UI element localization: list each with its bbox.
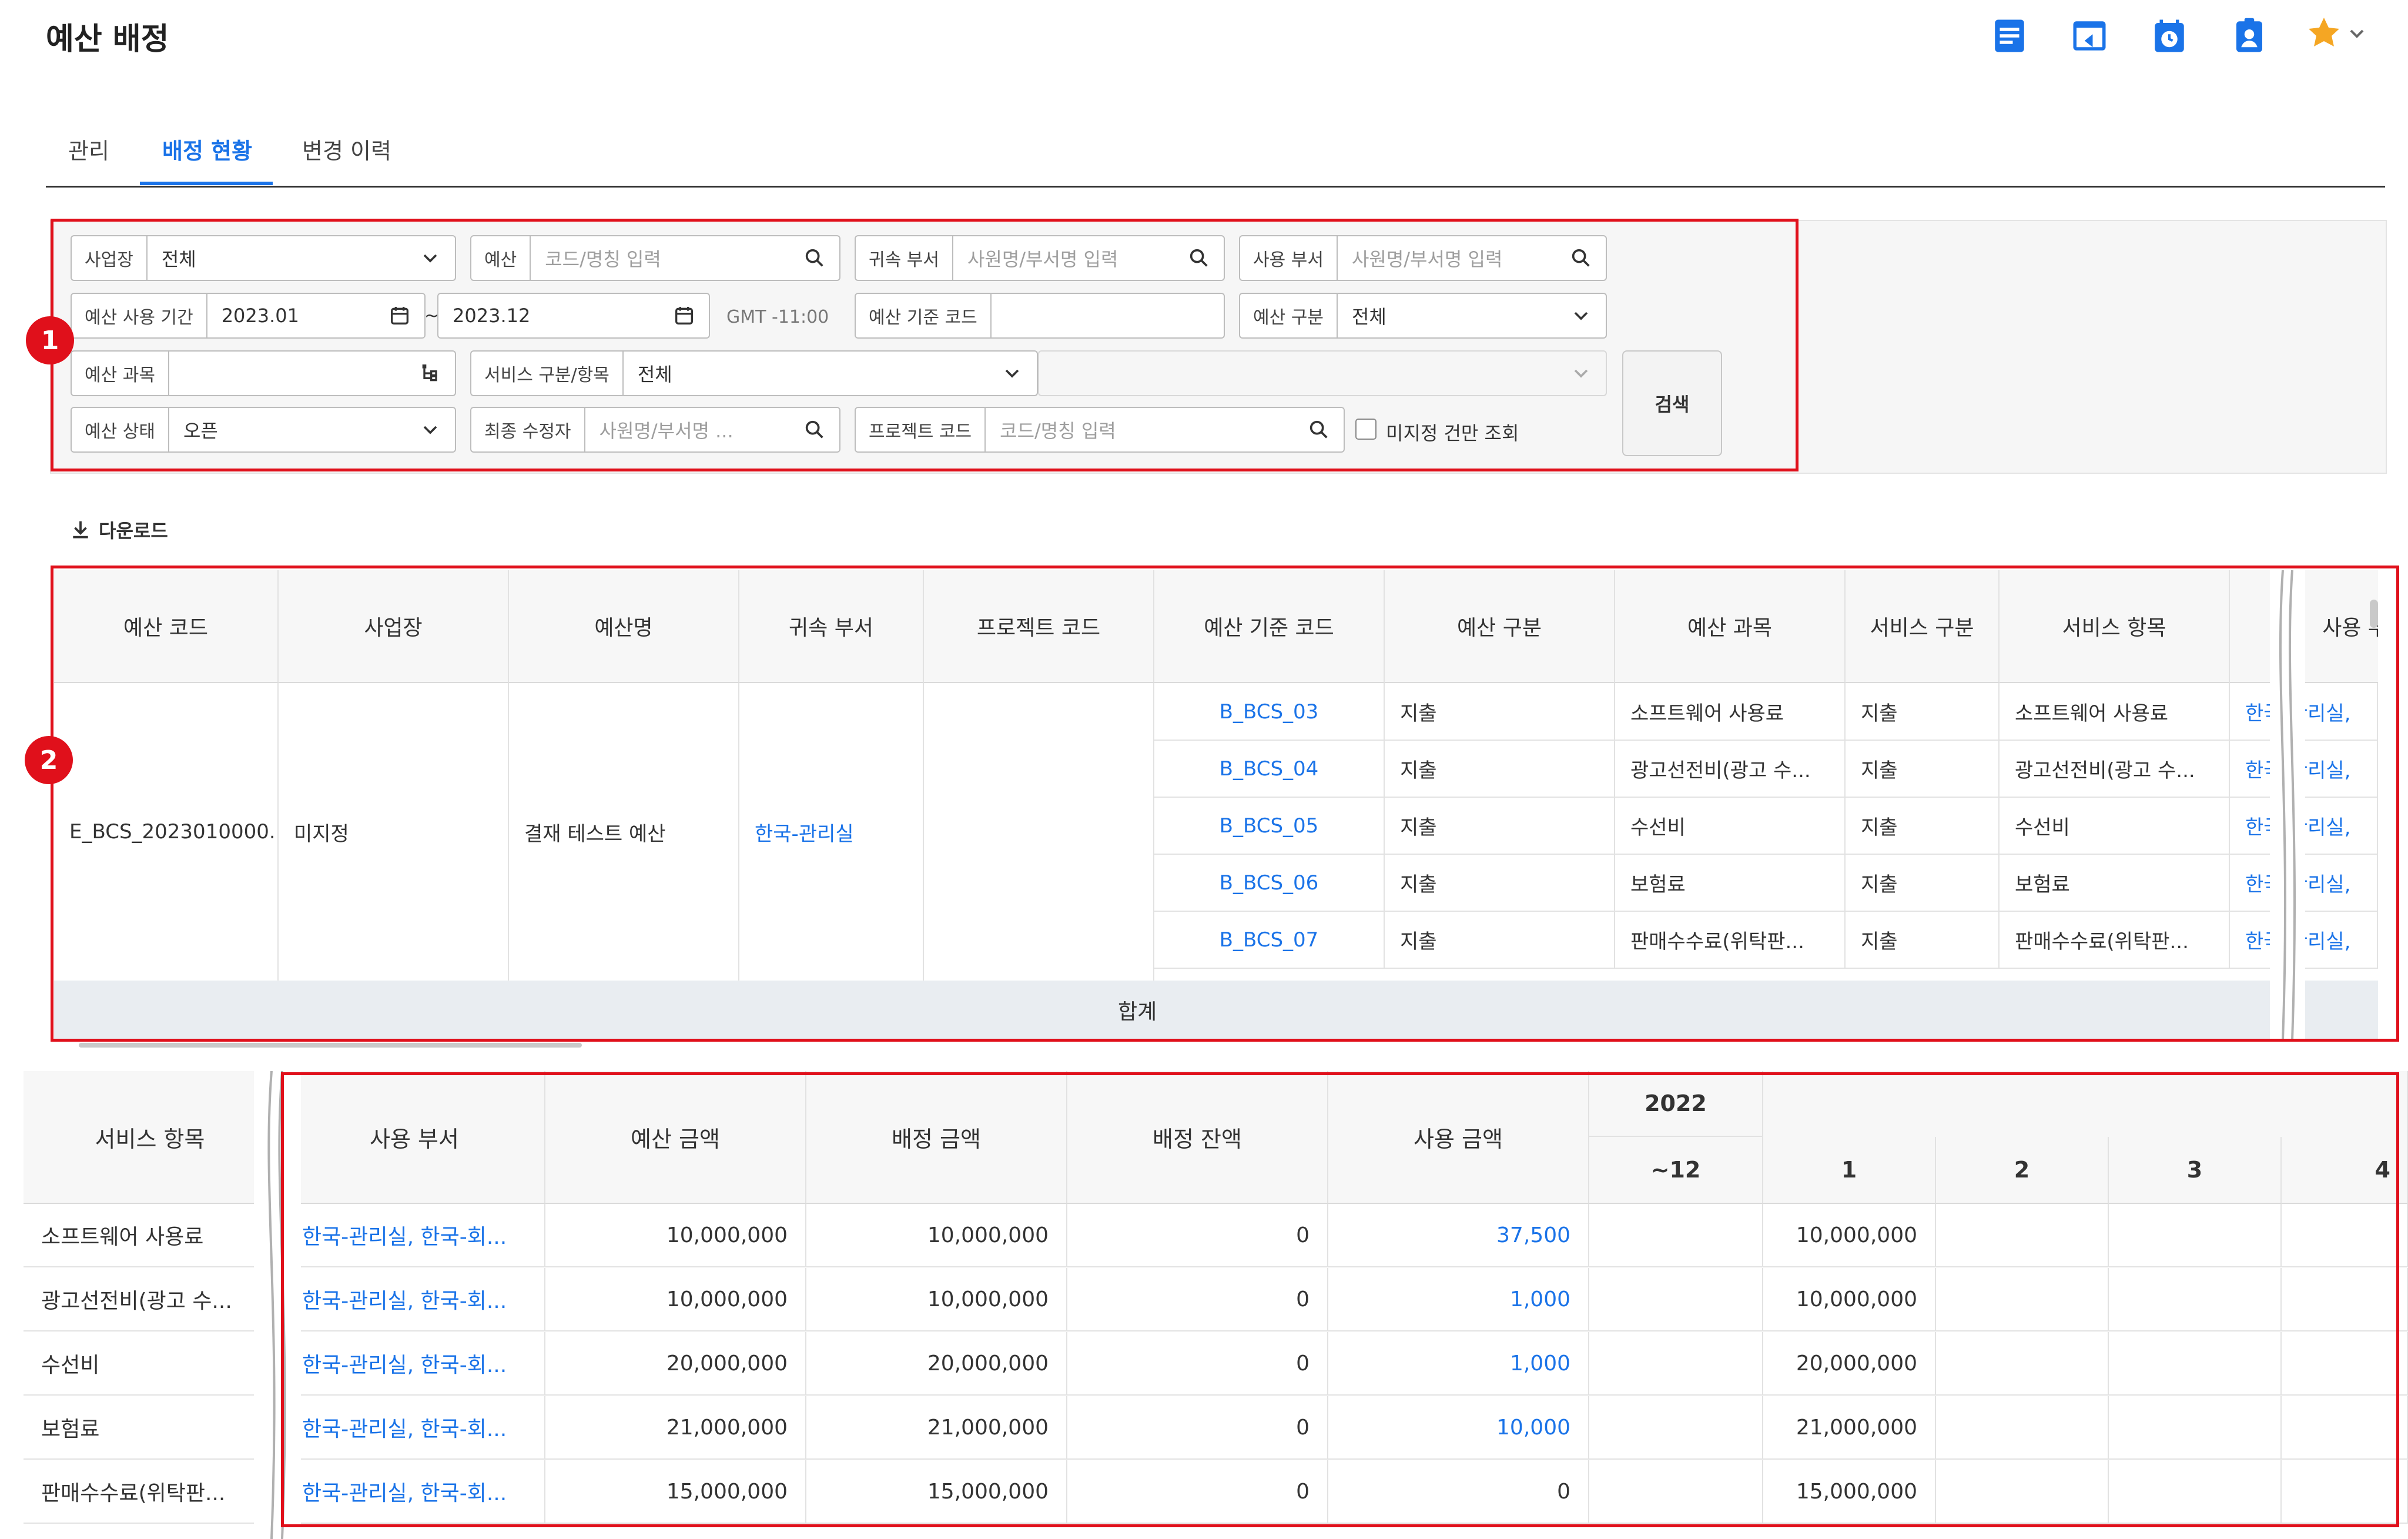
clipboard-user-icon[interactable] [2230,16,2269,55]
favorite-menu[interactable] [2305,14,2370,55]
service-item-cell: 보험료 [24,1396,277,1460]
service-item-cell: 광고선전비(광고 수... [24,1268,277,1331]
download-icon [73,521,88,538]
annotation-box-allocation-table [281,1072,2399,1527]
service-item-cell: 수선비 [24,1332,277,1396]
service-item-cell: 판매수수료(위탁판... [24,1460,277,1524]
download-button[interactable]: 다운로드 [69,515,168,544]
tab-change-history[interactable]: 변경 이력 [302,133,391,165]
calendar-clock-icon[interactable] [2150,16,2189,55]
active-tab-indicator [140,182,273,185]
service-item-cell: 소프트웨어 사용료 [24,1204,277,1267]
annotation-box-filters [51,219,1799,471]
browser-window-icon[interactable] [2070,16,2109,55]
star-icon[interactable] [2309,18,2339,46]
annotation-badge-2: 2 [25,736,73,784]
chevron-down-icon[interactable] [2350,29,2364,38]
horizontal-scrollbar[interactable] [79,1043,582,1048]
page-title: 예산 배정 [46,22,169,57]
tab-allocation-status[interactable]: 배정 현황 [162,133,252,165]
annotation-box-budget-table [51,566,2399,1042]
tab-manage[interactable]: 관리 [68,133,109,165]
document-icon[interactable] [1990,16,2029,55]
download-label: 다운로드 [99,520,168,542]
tabs-divider [46,186,2385,188]
col-header-service-item[interactable]: 서비스 항목 [24,1071,277,1204]
annotation-badge-1: 1 [26,316,74,364]
